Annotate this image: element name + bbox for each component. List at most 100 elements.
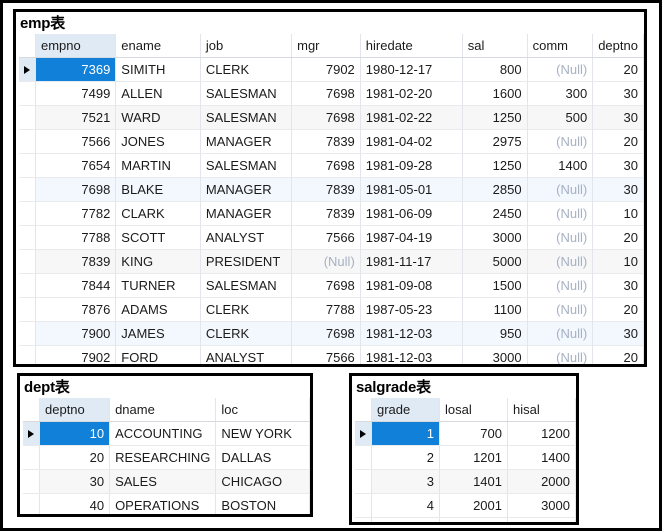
cell-hiredate[interactable]: 1981-09-28 [360,153,463,178]
cell-empno[interactable]: 7876 [35,297,117,322]
cell-mgr[interactable]: 7698 [291,273,361,298]
cell-grade[interactable]: 4 [371,493,440,518]
table-row[interactable]: 7499 ALLEN SALESMAN 7698 1981-02-20 1600 300 30 [19,81,644,106]
cell-empno[interactable]: 7839 [35,249,117,274]
cell-hisal[interactable]: 1200 [507,421,576,446]
row-indicator-cell[interactable] [19,153,36,178]
cell-ename[interactable]: ADAMS [115,297,201,322]
cell-dname[interactable]: ACCOUNTING [109,421,217,446]
cell-sal[interactable]: 1600 [462,81,528,106]
cell-deptno[interactable]: 20 [592,57,644,82]
cell-sal[interactable]: 2850 [462,177,528,202]
row-indicator-cell[interactable] [19,273,36,298]
cell-mgr[interactable]: 7698 [291,105,361,130]
table-row[interactable]: 530015000 [355,517,576,522]
cell-mgr[interactable]: (Null) [291,249,361,274]
row-indicator-cell[interactable] [355,445,372,470]
row-indicator-cell[interactable] [355,517,372,522]
row-indicator-cell[interactable] [355,469,372,494]
cell-comm[interactable]: (Null) [527,57,594,82]
cell-deptno[interactable]: 20 [39,445,111,470]
table-row[interactable]: 7521 WARD SALESMAN 7698 1981-02-22 1250 500 30 [19,105,644,130]
cell-sal[interactable]: 2975 [462,129,528,154]
cell-job[interactable]: PRESIDENT [200,249,293,274]
cell-job[interactable]: ANALYST [200,345,293,364]
cell-hiredate[interactable]: 1981-02-20 [360,81,463,106]
cell-hiredate[interactable]: 1987-04-19 [360,225,463,250]
cell-empno[interactable]: 7369 [35,57,117,82]
cell-empno[interactable]: 7844 [35,273,117,298]
cell-empno[interactable]: 7782 [35,201,117,226]
cell-comm[interactable]: 500 [527,105,594,130]
cell-empno[interactable]: 7788 [35,225,117,250]
cell-deptno[interactable]: 30 [592,81,644,106]
cell-deptno[interactable]: 30 [592,105,644,130]
emp-column-header-mgr[interactable]: mgr [291,34,361,58]
table-row[interactable]: 4 2001 3000 [355,493,576,518]
cell-empno[interactable]: 7902 [35,345,117,364]
dept-column-header-deptno[interactable]: deptno [39,398,111,422]
cell-comm[interactable]: (Null) [527,273,594,298]
table-row[interactable]: 30 SALES CHICAGO [23,469,310,494]
row-indicator-cell[interactable] [19,321,36,346]
dept-column-header-dname[interactable]: dname [109,398,217,422]
table-row[interactable]: 7698 BLAKE MANAGER 7839 1981-05-01 2850 (Null)… [19,177,644,202]
cell-deptno[interactable]: 30 [39,469,111,494]
cell-losal[interactable]: 1401 [439,469,508,494]
cell-deptno[interactable]: 20 [592,129,644,154]
cell-sal[interactable]: 3000 [462,345,528,364]
emp-column-header-ename[interactable]: ename [115,34,201,58]
emp-column-header-deptno[interactable]: deptno [592,34,644,58]
cell-hiredate[interactable]: 1981-11-17 [360,249,463,274]
cell-mgr[interactable]: 7839 [291,129,361,154]
cell-sal[interactable]: 1500 [462,273,528,298]
emp-data-grid[interactable]: empno ename job mgr hiredate sal comm de… [19,34,644,364]
cell-losal[interactable]: 3001 [439,517,508,522]
cell-job[interactable]: MANAGER [200,129,293,154]
cell-deptno[interactable]: 30 [592,273,644,298]
table-row[interactable]: 3 1401 2000 [355,469,576,494]
row-indicator-cell[interactable] [355,493,372,518]
row-indicator-cell[interactable] [19,81,36,106]
emp-column-header-comm[interactable]: comm [527,34,594,58]
cell-comm[interactable]: (Null) [527,297,594,322]
table-row[interactable]: 40 OPERATIONS BOSTON [23,493,310,514]
cell-deptno[interactable]: 10 [592,249,644,274]
cell-mgr[interactable]: 7566 [291,345,361,364]
row-indicator-cell[interactable] [23,445,40,470]
cell-sal[interactable]: 1100 [462,297,528,322]
cell-hiredate[interactable]: 1981-02-22 [360,105,463,130]
table-row[interactable]: 20 RESEARCHING DALLAS [23,445,310,470]
cell-comm[interactable]: (Null) [527,201,594,226]
cell-grade[interactable]: 2 [371,445,440,470]
cell-ename[interactable]: BLAKE [115,177,201,202]
row-indicator-cell[interactable] [19,105,36,130]
cell-hisal[interactable]: 2000 [507,469,576,494]
salgrade-column-header-losal[interactable]: losal [439,398,508,422]
cell-mgr[interactable]: 7839 [291,201,361,226]
cell-losal[interactable]: 700 [439,421,508,446]
cell-job[interactable]: SALESMAN [200,153,293,178]
table-row[interactable]: 7844 TURNER SALESMAN 7698 1981-09-08 1500 (Nul… [19,273,644,298]
cell-sal[interactable]: 950 [462,321,528,346]
cell-comm[interactable]: (Null) [527,249,594,274]
cell-loc[interactable]: BOSTON [215,493,310,514]
dept-data-grid[interactable]: deptno dname loc 10 ACCOUNTING NEW YORK 20 R… [23,398,310,514]
cell-ename[interactable]: JONES [115,129,201,154]
cell-ename[interactable]: SCOTT [115,225,201,250]
row-indicator-cell[interactable] [19,177,36,202]
cell-dname[interactable]: SALES [109,469,217,494]
cell-mgr[interactable]: 7698 [291,153,361,178]
row-indicator-cell[interactable] [23,469,40,494]
cell-empno[interactable]: 7900 [35,321,117,346]
table-row[interactable]: 7566 JONES MANAGER 7839 1981-04-02 2975 (Null)… [19,129,644,154]
cell-mgr[interactable]: 7698 [291,81,361,106]
cell-deptno[interactable]: 20 [592,345,644,364]
table-row[interactable]: 7900 JAMES CLERK 7698 1981-12-03 950 (Null) 30 [19,321,644,346]
cell-empno[interactable]: 7499 [35,81,117,106]
cell-loc[interactable]: NEW YORK [215,421,310,446]
cell-dname[interactable]: RESEARCHING [109,445,217,470]
table-row[interactable]: 10 ACCOUNTING NEW YORK [23,421,310,446]
cell-sal[interactable]: 2450 [462,201,528,226]
cell-ename[interactable]: SIMITH [115,57,201,82]
